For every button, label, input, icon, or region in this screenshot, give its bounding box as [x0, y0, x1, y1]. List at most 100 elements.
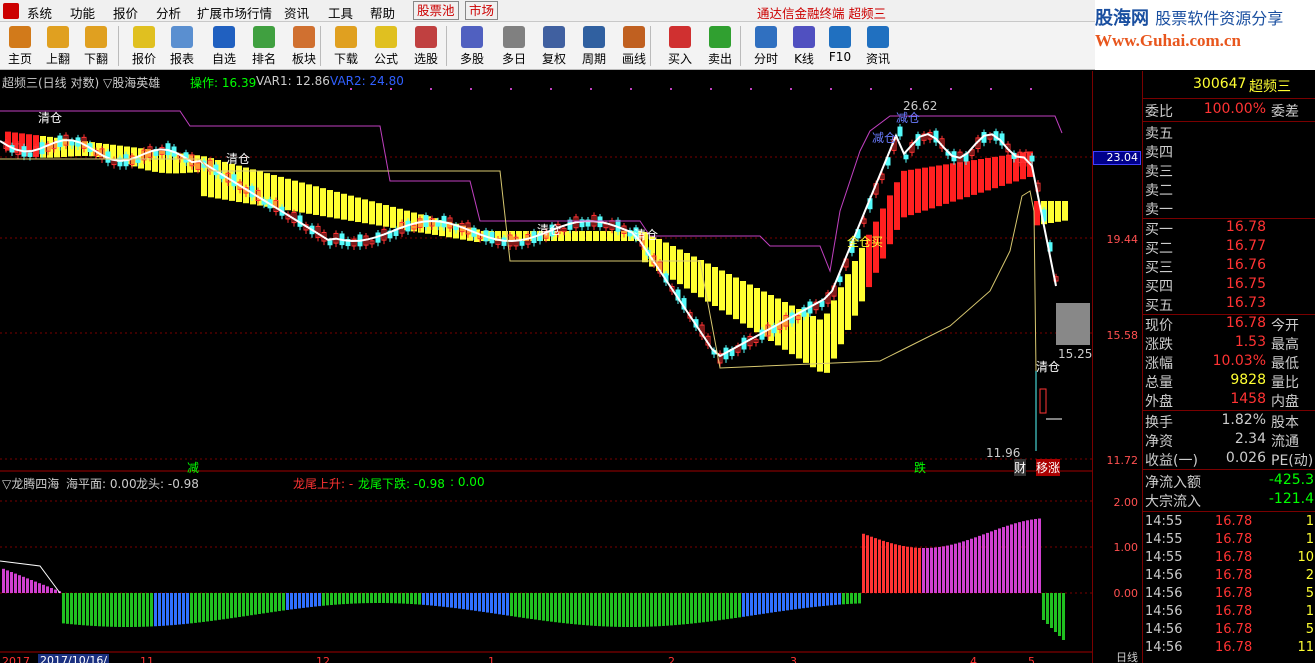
- menu-news[interactable]: 资讯: [284, 3, 309, 22]
- menu-quote[interactable]: 报价: [113, 3, 138, 22]
- sub-indicator-title[interactable]: ▽龙腾四海: [2, 475, 59, 492]
- sub-bar: [38, 583, 41, 593]
- toolbar-button-15[interactable]: 画线: [614, 24, 654, 68]
- cloud-bar: [705, 263, 711, 302]
- menu-market[interactable]: 市场: [465, 1, 499, 20]
- sub-bar: [750, 593, 753, 616]
- toolbar-button-17[interactable]: 卖出: [700, 24, 740, 68]
- toolbar-button-7[interactable]: 板块: [284, 24, 324, 68]
- sub-bar: [482, 593, 485, 612]
- menu-system[interactable]: 系统: [27, 3, 52, 22]
- sub-bar: [450, 593, 453, 608]
- cloud-bar: [992, 156, 998, 189]
- month-label: 12: [316, 655, 330, 663]
- toolbar-button-20[interactable]: F10: [820, 24, 860, 68]
- buy-level-price: 16.73: [1225, 295, 1266, 311]
- toolbar-button-10[interactable]: 选股: [406, 24, 446, 68]
- menu-extended-market[interactable]: 扩展市场行情: [197, 3, 272, 22]
- toolbar-button-6[interactable]: 排名: [244, 24, 284, 68]
- sub-bar: [494, 593, 497, 614]
- toolbar-button-8[interactable]: 下载: [326, 24, 366, 68]
- toolbar-separator: [118, 26, 119, 66]
- sub-bar: [950, 544, 953, 593]
- stat-row: 涨幅 10.03% 最低: [1143, 353, 1315, 372]
- cloud-bar: [684, 253, 690, 289]
- wei-bi-row: 委比 100.00% 委差: [1143, 101, 1315, 120]
- sub-bar: [286, 593, 289, 610]
- sub-bar: [598, 593, 601, 627]
- sell-level-row: 卖五: [1143, 123, 1315, 142]
- sub-bar: [234, 593, 237, 618]
- sub-bar: [166, 593, 169, 626]
- sub-bar: [514, 593, 517, 617]
- toolbar-button-12[interactable]: 多日: [494, 24, 534, 68]
- toolbar-button-9[interactable]: 公式: [366, 24, 406, 68]
- toolbar-button-19[interactable]: K线: [784, 24, 824, 68]
- menu-tools[interactable]: 工具: [328, 3, 353, 22]
- toolbar-label: 复权: [541, 52, 566, 66]
- toolbar-button-5[interactable]: 自选: [204, 24, 244, 68]
- flow-label: 大宗流入: [1145, 494, 1201, 510]
- indicator-name[interactable]: ▽股海英雄: [103, 76, 160, 90]
- signal-finance[interactable]: 财: [1014, 459, 1027, 476]
- toolbar-button-14[interactable]: 周期: [574, 24, 614, 68]
- cloud-bar: [726, 274, 732, 315]
- sub-bar: [938, 546, 941, 593]
- sub-bar: [782, 593, 785, 611]
- toolbar-button-13[interactable]: 复权: [534, 24, 574, 68]
- sub-bar: [66, 593, 69, 624]
- dot-marker: [590, 88, 592, 90]
- kline-chart[interactable]: 超频三(日线 对数) ▽股海英雄 操作: 16.39 VAR1: 12.86 V…: [0, 71, 1092, 663]
- sub-bar: [350, 593, 353, 604]
- signal-drop: 跌: [914, 461, 927, 475]
- sub-bar: [562, 593, 565, 624]
- stat-right-label: 最高: [1271, 337, 1299, 353]
- var1-value: VAR1: 12.86: [256, 74, 330, 88]
- sub-bar: [394, 593, 397, 604]
- tick-price: 16.78: [1215, 568, 1253, 583]
- toolbar-button-16[interactable]: 买入: [660, 24, 700, 68]
- kline-chart-canvas[interactable]: [0, 71, 1092, 663]
- cloud-bar: [369, 201, 375, 225]
- sub-bar: [50, 588, 53, 593]
- sub-bar: [338, 593, 341, 605]
- sub-bar: [830, 593, 833, 606]
- sub-bar: [18, 575, 21, 593]
- signal-move[interactable]: 移涨: [1036, 459, 1061, 476]
- brand-name: 股海网: [1095, 8, 1149, 29]
- toolbar-button-0[interactable]: 主页: [0, 24, 40, 68]
- toolbar-button-4[interactable]: 报表: [162, 24, 202, 68]
- sub-bar: [310, 593, 313, 607]
- sub-bar: [578, 593, 581, 625]
- menu-analysis[interactable]: 分析: [156, 3, 181, 22]
- dot-marker: [550, 88, 552, 90]
- sub-bar: [602, 593, 605, 627]
- sub-bar: [454, 593, 457, 609]
- toolbar-button-2[interactable]: 下翻: [76, 24, 116, 68]
- intraday-icon: [755, 26, 777, 48]
- sub-bar: [646, 593, 649, 627]
- menu-stock-pool[interactable]: 股票池: [413, 1, 459, 20]
- sub-bar: [530, 593, 533, 620]
- toolbar-button-3[interactable]: 报价: [124, 24, 164, 68]
- sub-bar: [1006, 525, 1009, 593]
- sub-bar: [142, 593, 145, 627]
- menu-help[interactable]: 帮助: [370, 3, 395, 22]
- sector-icon: [293, 26, 315, 48]
- cloud-bar: [327, 190, 333, 218]
- dot-marker: [710, 88, 712, 90]
- sub-bar: [126, 593, 129, 627]
- cloud-bar: [341, 193, 347, 220]
- toolbar-button-21[interactable]: 资讯: [858, 24, 898, 68]
- toolbar-button-1[interactable]: 上翻: [38, 24, 78, 68]
- brand-title: 股海网 股票软件资源分享: [1095, 4, 1283, 30]
- menu-function[interactable]: 功能: [70, 3, 95, 22]
- toolbar-button-11[interactable]: 多股: [452, 24, 492, 68]
- stat-label: 现价: [1145, 318, 1173, 334]
- low-price-label: 11.96: [986, 446, 1021, 460]
- toolbar-button-18[interactable]: 分时: [746, 24, 786, 68]
- period-label[interactable]: 日线: [1116, 649, 1138, 663]
- sub-bar: [846, 593, 849, 605]
- extra-value: : 0.00: [450, 475, 485, 489]
- clear-label: 清仓: [1036, 360, 1061, 374]
